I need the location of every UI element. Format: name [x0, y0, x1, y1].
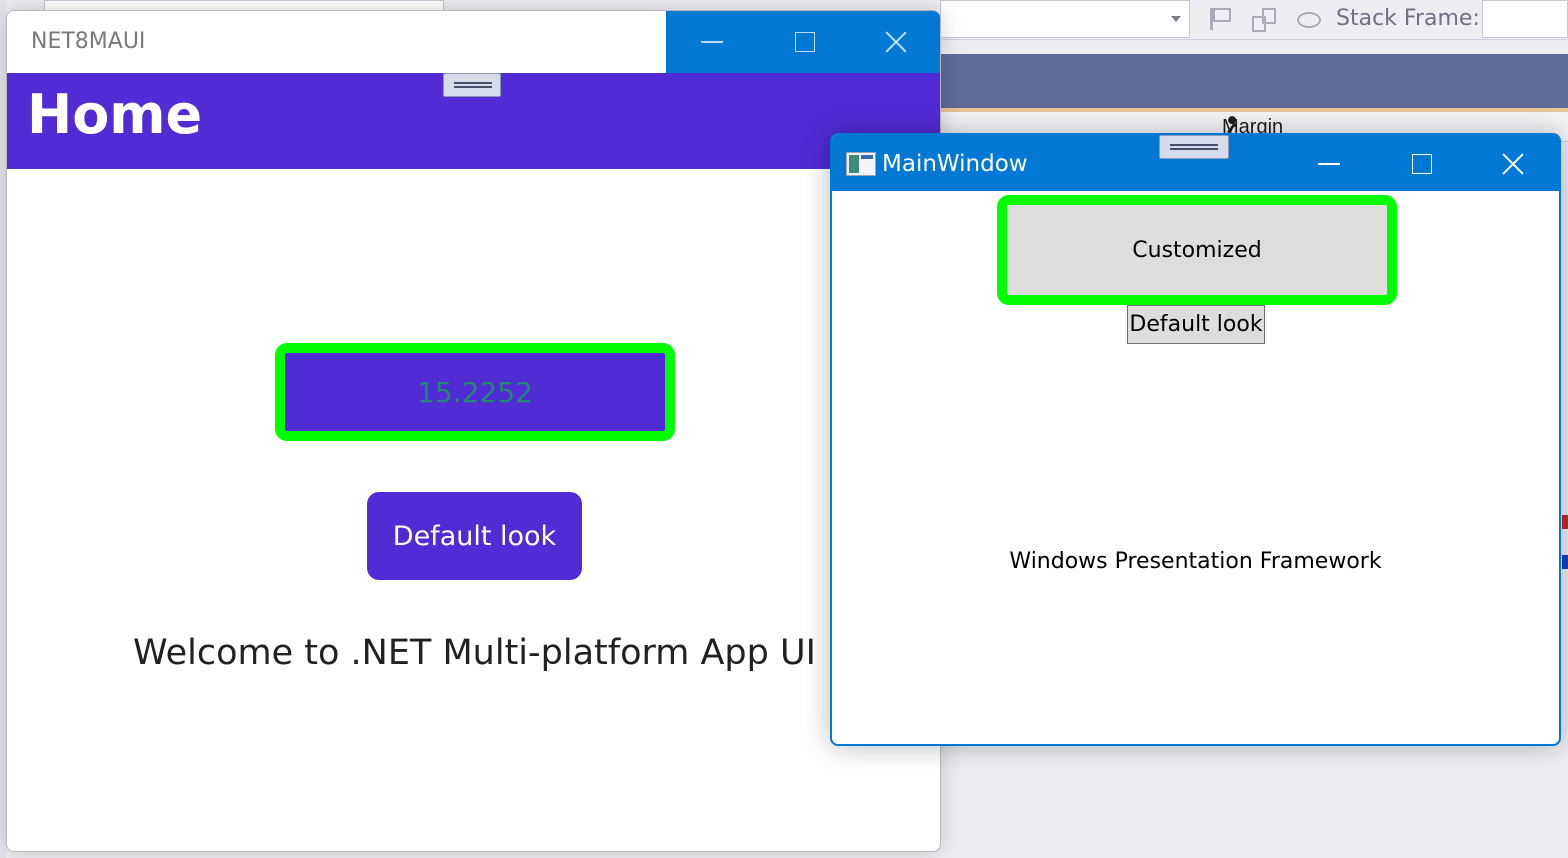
ide-dropdown[interactable]: [940, 0, 1190, 38]
maui-caption-buttons: [666, 11, 940, 73]
close-icon: [885, 31, 907, 53]
maximize-button[interactable]: [758, 11, 850, 73]
minimize-icon: [701, 41, 723, 43]
wpf-titlebar[interactable]: MainWindow: [832, 135, 1559, 191]
stack-frame-label: Stack Frame:: [1336, 6, 1480, 31]
error-marker: [1562, 515, 1568, 529]
maximize-icon: [1412, 154, 1432, 174]
minimize-button[interactable]: [666, 11, 758, 73]
stack-frame-combo[interactable]: [1482, 0, 1568, 38]
close-button[interactable]: [1467, 135, 1559, 191]
maui-titlebar[interactable]: NET8MAUI: [7, 11, 940, 73]
customized-button[interactable]: 15.2252: [275, 343, 675, 441]
ide-tab-band: [940, 54, 1568, 108]
close-button[interactable]: [850, 11, 940, 73]
minimize-button[interactable]: [1283, 135, 1375, 191]
framework-label: Windows Presentation Framework: [1009, 549, 1382, 574]
default-look-button[interactable]: Default look: [367, 492, 582, 580]
fish-icon[interactable]: [1293, 6, 1325, 30]
info-marker: [1562, 555, 1568, 569]
customized-button[interactable]: Customized: [997, 195, 1397, 305]
maui-window: NET8MAUI Home 15.2252 Default look Welco…: [6, 10, 941, 852]
default-look-button[interactable]: Default look: [1127, 305, 1265, 344]
threads-icon[interactable]: [1250, 6, 1276, 32]
chevron-down-icon: [1171, 16, 1181, 22]
wpf-caption-buttons: [1283, 135, 1559, 191]
close-icon: [1502, 153, 1524, 175]
drag-handle-icon[interactable]: [443, 73, 501, 97]
wpf-window: MainWindow Customized Default look Windo…: [830, 133, 1561, 746]
page-title: Home: [27, 83, 203, 146]
welcome-label: Welcome to .NET Multi-platform App UI: [133, 633, 816, 673]
flag-icon[interactable]: [1207, 6, 1231, 30]
wpf-window-title: MainWindow: [882, 151, 1028, 177]
maximize-icon: [795, 32, 815, 52]
maximize-button[interactable]: [1375, 135, 1467, 191]
drag-handle-icon[interactable]: [1159, 135, 1229, 159]
minimize-icon: [1318, 163, 1340, 165]
app-window-icon: [846, 152, 876, 176]
maui-window-title: NET8MAUI: [31, 29, 146, 54]
